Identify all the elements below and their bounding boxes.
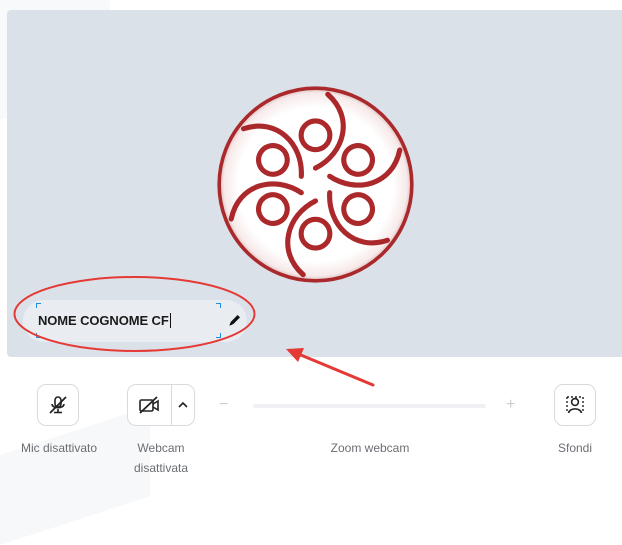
participant-name-value: NOME COGNOME CF xyxy=(38,313,169,328)
zoom-out-button[interactable]: − xyxy=(219,396,228,414)
webcam-status-line2: disattivata xyxy=(133,461,189,475)
chevron-up-icon xyxy=(178,401,188,408)
mic-off-icon xyxy=(49,396,67,414)
webcam-control-group xyxy=(127,384,195,426)
participant-name-input[interactable]: NOME COGNOME CF xyxy=(36,303,221,338)
zoom-in-button[interactable]: + xyxy=(506,396,515,414)
focus-corner xyxy=(216,333,221,338)
webcam-status-label: Webcam disattivata xyxy=(120,438,202,478)
focus-corner xyxy=(36,333,41,338)
text-caret xyxy=(169,313,171,328)
rosette-logo-icon xyxy=(217,86,414,283)
focus-corner xyxy=(36,303,41,308)
zoom-slider[interactable] xyxy=(253,404,486,408)
zoom-label: Zoom webcam xyxy=(330,441,410,455)
webcam-options-button[interactable] xyxy=(172,385,194,425)
backgrounds-label: Sfondi xyxy=(557,441,593,455)
participant-name-text: NOME COGNOME CF xyxy=(38,313,171,328)
person-background-icon xyxy=(566,396,584,414)
webcam-status-line1: Webcam xyxy=(137,441,185,455)
mic-status-label: Mic disattivato xyxy=(20,441,98,455)
participant-name-pill: NOME COGNOME CF xyxy=(23,300,247,342)
focus-corner xyxy=(216,303,221,308)
webcam-toggle-button[interactable] xyxy=(128,385,170,425)
backgrounds-button[interactable] xyxy=(554,384,596,426)
mic-toggle-button[interactable] xyxy=(37,384,79,426)
camera-off-icon xyxy=(139,396,159,414)
pencil-icon[interactable] xyxy=(227,312,243,328)
